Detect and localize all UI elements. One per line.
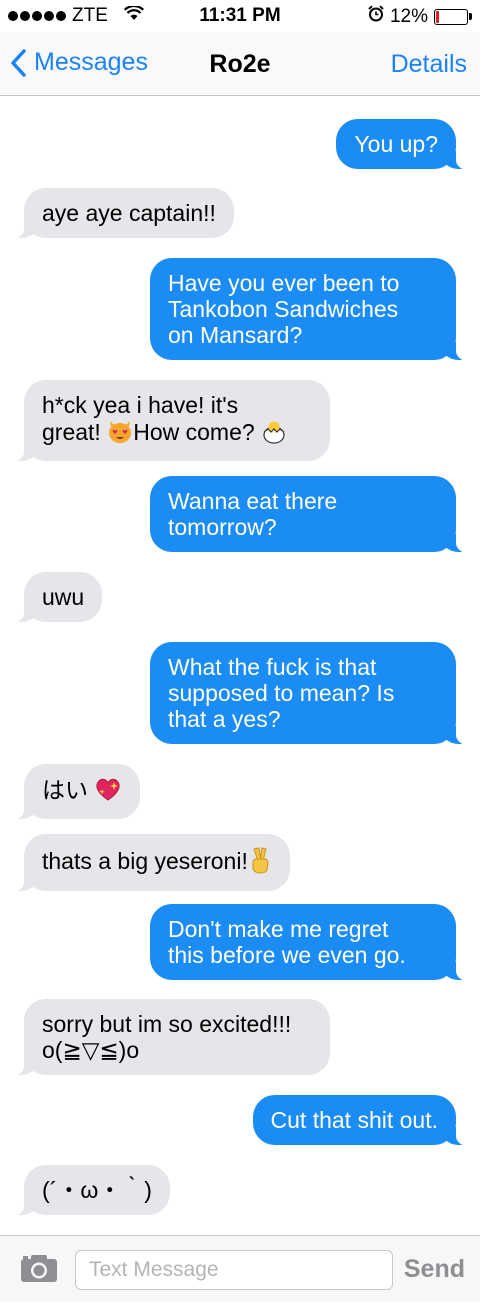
message-bubble-outgoing[interactable]: Have you ever been to Tankobon Sandwiche… xyxy=(150,258,470,361)
message-text: (´・ω・｀) xyxy=(42,1177,152,1203)
message-text: aye aye captain!! xyxy=(42,200,216,226)
battery-percent: 12% xyxy=(389,5,428,27)
message-text: Wanna eat there tomorrow? xyxy=(168,488,338,540)
message-text-line: How come? xyxy=(133,418,262,445)
victory-hand-emoji xyxy=(248,846,272,879)
message-text: Don't make me regret this before we even… xyxy=(168,916,406,968)
message-bubble-outgoing[interactable]: What the fuck is that supposed to mean? … xyxy=(150,642,470,745)
message-text: You up? xyxy=(354,131,438,157)
message-text: thats a big yeseroni! xyxy=(42,847,248,874)
message-bubble-incoming[interactable]: uwu xyxy=(9,572,103,623)
message-text-line: great! xyxy=(42,418,108,445)
heart-eyes-cat-emoji xyxy=(107,418,133,449)
details-button[interactable]: Details xyxy=(391,50,467,79)
message-bubble-outgoing[interactable]: Wanna eat there tomorrow? xyxy=(150,476,470,553)
nav-bar: Messages Ro2e Details xyxy=(0,32,480,96)
message-text: はい xyxy=(42,776,95,803)
message-thread[interactable]: You up? aye aye captain!! Have you ever … xyxy=(0,97,480,1235)
message-text: sorry but im so excited!!! o(≧▽≦)o xyxy=(42,1011,292,1063)
sparkling-heart-emoji xyxy=(94,776,122,807)
message-text: Cut that shit out. xyxy=(270,1107,438,1133)
back-button[interactable]: Messages xyxy=(10,48,148,77)
message-bubble-incoming[interactable]: thats a big yeseroni! xyxy=(10,834,290,892)
message-text-line: h*ck yea i have! it's xyxy=(42,392,239,418)
message-bubble-incoming[interactable]: sorry but im so excited!!! o(≧▽≦)o xyxy=(10,999,330,1076)
message-bubble-incoming[interactable]: h*ck yea i have! it's great! How come? xyxy=(10,380,330,462)
message-input-bar: Send xyxy=(0,1235,480,1302)
hatching-chick-emoji xyxy=(261,418,287,449)
status-bar: ZTE 11:31 PM 12% xyxy=(0,0,480,32)
message-bubble-incoming[interactable]: はい xyxy=(9,764,141,820)
message-text: What the fuck is that supposed to mean? … xyxy=(168,654,395,732)
chevron-left-icon xyxy=(11,48,26,77)
status-right: 12% xyxy=(368,5,472,28)
battery-icon xyxy=(434,8,472,25)
camera-icon[interactable] xyxy=(20,1253,58,1288)
message-text: Have you ever been to Tankobon Sandwiche… xyxy=(168,270,400,348)
alarm-clock-icon xyxy=(368,5,384,28)
message-bubble-outgoing[interactable]: You up? xyxy=(336,119,470,170)
message-bubble-outgoing[interactable]: Don't make me regret this before we even… xyxy=(150,904,470,981)
message-bubble-incoming[interactable]: aye aye captain!! xyxy=(10,188,234,239)
send-button[interactable]: Send xyxy=(404,1255,465,1284)
message-text: uwu xyxy=(42,584,85,610)
message-bubble-incoming[interactable]: (´・ω・｀) xyxy=(10,1165,170,1216)
back-button-label: Messages xyxy=(34,48,148,76)
message-bubble-outgoing[interactable]: Cut that shit out. xyxy=(252,1095,471,1146)
text-message-input[interactable] xyxy=(75,1250,393,1290)
